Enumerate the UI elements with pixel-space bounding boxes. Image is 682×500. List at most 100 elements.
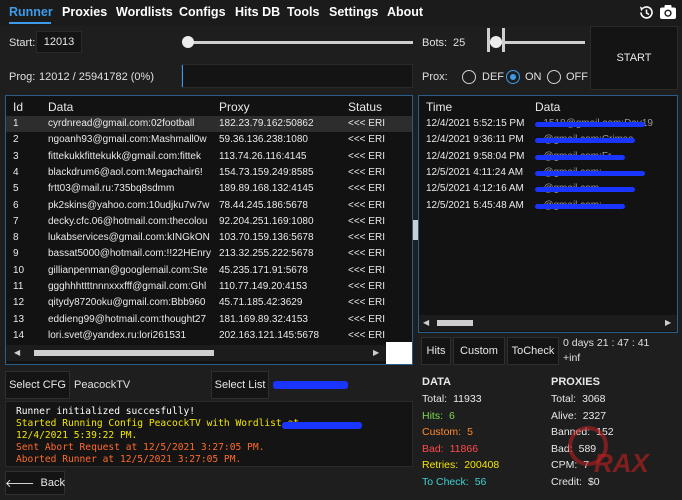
- row-status: <<< ERI: [348, 215, 385, 227]
- bots-slider-thumb[interactable]: [490, 36, 502, 48]
- data-hscroll-thumb[interactable]: [34, 350, 214, 356]
- redacted-hit-data: [535, 203, 625, 209]
- col-header-hit-data[interactable]: Data: [535, 100, 560, 114]
- data-table-vscroll-thumb[interactable]: [413, 220, 418, 240]
- hit-row[interactable]: 12/5/2021 5:45:48 AM...@gmail.com:...: [419, 198, 677, 214]
- table-row[interactable]: 1 cyrdnread@gmail.com:02football 182.23.79…: [6, 116, 412, 132]
- table-row[interactable]: 11 ggghhhttttnnnxxxfff@gmail.com:Ghl 110.7…: [6, 279, 412, 295]
- proxy-def-radio[interactable]: [462, 70, 476, 84]
- back-button[interactable]: 🡐 Back: [5, 471, 65, 495]
- table-row[interactable]: 4 blackdrum6@aol.com:Megachair6! 154.73.15…: [6, 165, 412, 181]
- menu-about[interactable]: About: [387, 5, 423, 19]
- cfg-name: PeacockTV: [74, 379, 131, 391]
- menu-proxies[interactable]: Proxies: [62, 5, 107, 19]
- hits-scroll-left-icon[interactable]: ◀: [423, 318, 429, 327]
- table-row[interactable]: 13 eddieng99@hotmail.com:thought27 181.169…: [6, 312, 412, 328]
- hit-row[interactable]: 12/5/2021 4:11:24 AM...@gmail.com:...: [419, 165, 677, 181]
- start-slider-track[interactable]: [188, 41, 413, 44]
- row-proxy: 103.70.159.136:5678: [219, 232, 314, 244]
- hit-row[interactable]: 12/4/2021 5:52:15 PM...1518@gmail.com:Da…: [419, 116, 677, 132]
- prog-value: 12012 / 25941782 (0%): [39, 71, 154, 83]
- menu-wordlists[interactable]: Wordlists: [116, 5, 173, 19]
- menu-settings[interactable]: Settings: [329, 5, 378, 19]
- table-row[interactable]: 6 pk2skins@yahoo.com:10udjku7w7w 78.44.245…: [6, 198, 412, 214]
- menu-tools[interactable]: Tools: [287, 5, 319, 19]
- row-proxy: 154.73.159.249:8585: [219, 166, 314, 178]
- data-stat-item: Custom: 5: [422, 426, 473, 438]
- col-header-time[interactable]: Time: [426, 100, 452, 114]
- row-id: 3: [13, 150, 19, 162]
- scroll-left-icon[interactable]: ◀: [14, 348, 20, 357]
- row-data: bassat5000@hotmail.com:!!22HEnry: [48, 248, 212, 260]
- tab-tocheck[interactable]: ToCheck: [507, 337, 559, 365]
- table-row[interactable]: 7 decky.cfc.06@hotmail.com:thecolou 92.204…: [6, 214, 412, 230]
- start-button[interactable]: START: [590, 26, 678, 90]
- menu-configs[interactable]: Configs: [179, 5, 226, 19]
- table-row[interactable]: 8 lukabservices@gmail.com:kINGkON 103.70.1…: [6, 230, 412, 246]
- table-row[interactable]: 9 bassat5000@hotmail.com:!!22HEnry 213.32.…: [6, 246, 412, 262]
- row-data: ngoanh93@gmail.com:Mashmall0w: [48, 134, 207, 146]
- active-menu-underline: [9, 22, 51, 24]
- hit-time: 12/5/2021 4:12:16 AM: [426, 183, 524, 195]
- row-data: fittekukkfittekukk@gmail.com:fittek: [48, 150, 201, 162]
- row-status: <<< ERI: [348, 248, 385, 260]
- hit-row[interactable]: 12/4/2021 9:36:11 PM...@gmail.com:Crimso: [419, 132, 677, 148]
- proxy-def-label: DEF: [482, 71, 504, 83]
- row-data: eddieng99@hotmail.com:thought27: [48, 313, 207, 325]
- col-header-status[interactable]: Status: [348, 100, 382, 114]
- redacted-hit-data: [535, 122, 645, 127]
- col-header-proxy[interactable]: Proxy: [219, 100, 250, 114]
- row-data: lukabservices@gmail.com:kINGkON: [48, 232, 210, 244]
- row-id: 13: [13, 313, 25, 325]
- hit-row[interactable]: 12/4/2021 9:58:04 PM...@gmail.com:Fr...: [419, 149, 677, 165]
- hit-row[interactable]: 12/5/2021 4:12:16 AM...@gmail.com...: [419, 181, 677, 197]
- tab-custom[interactable]: Custom: [453, 337, 505, 365]
- history-icon[interactable]: [638, 4, 655, 21]
- scroll-right-icon[interactable]: ▶: [373, 348, 379, 357]
- data-stat-item: Bad: 11866: [422, 443, 478, 455]
- scroll-corner: [386, 342, 412, 364]
- table-row[interactable]: 5 frtt03@mail.ru:735bq8sdmm 189.89.168.132…: [6, 181, 412, 197]
- row-id: 5: [13, 183, 19, 195]
- table-row[interactable]: 3 fittekukkfittekukk@gmail.com:fittek 113.…: [6, 149, 412, 165]
- proxy-on-radio[interactable]: [506, 70, 520, 84]
- row-proxy: 45.235.171.91:5678: [219, 264, 308, 276]
- tab-hits[interactable]: Hits: [421, 337, 451, 365]
- data-table-hscroll[interactable]: ◀ ▶: [6, 345, 386, 361]
- hits-scroll-right-icon[interactable]: ▶: [665, 318, 671, 327]
- proxy-off-radio[interactable]: [547, 70, 561, 84]
- row-data: decky.cfc.06@hotmail.com:thecolou: [48, 215, 208, 227]
- data-stat-value: 200408: [464, 459, 500, 471]
- table-row[interactable]: 10 gillianpenman@googlemail.com:Ste 45.235…: [6, 263, 412, 279]
- table-row[interactable]: 2 ngoanh93@gmail.com:Mashmall0w 59.36.136.…: [6, 132, 412, 148]
- start-slider-thumb[interactable]: [182, 36, 194, 48]
- start-label: Start:: [9, 37, 36, 49]
- log-line: Runner initialized succesfully!: [16, 406, 196, 417]
- data-stat-key: Total:: [422, 393, 448, 405]
- start-input[interactable]: 12013: [36, 31, 82, 53]
- select-cfg-button[interactable]: Select CFG: [5, 371, 70, 399]
- col-header-id[interactable]: Id: [13, 100, 23, 114]
- row-id: 2: [13, 134, 19, 146]
- row-id: 7: [13, 215, 19, 227]
- row-id: 1: [13, 118, 19, 129]
- menu-runner[interactable]: Runner: [9, 5, 53, 19]
- col-header-data[interactable]: Data: [48, 100, 73, 114]
- redacted-wordlist-name: [273, 381, 348, 389]
- log-line: Aborted Runner at 12/5/2021 3:27:05 PM.: [16, 454, 242, 465]
- table-row[interactable]: 14 lori.svet@yandex.ru:lori261531 202.163.…: [6, 328, 412, 344]
- menu-bar: Runner Proxies Wordlists Configs Hits DB…: [0, 0, 682, 26]
- camera-icon[interactable]: [659, 4, 677, 20]
- proxy-on-label: ON: [525, 71, 542, 83]
- hits-table-hscroll[interactable]: ◀ ▶: [419, 315, 677, 331]
- row-proxy: 202.163.121.145:5678: [219, 329, 320, 341]
- table-row[interactable]: 12 qitydy8720oku@gmail.com:Bbb960 45.71.18…: [6, 295, 412, 311]
- menu-hits-db[interactable]: Hits DB: [235, 5, 280, 19]
- proxy-stat-value: 3068: [582, 393, 606, 405]
- select-list-button[interactable]: Select List: [211, 371, 269, 399]
- row-status: <<< ERI: [348, 134, 385, 146]
- row-data: qitydy8720oku@gmail.com:Bbb960: [48, 297, 206, 309]
- proxy-stats-title: PROXIES: [551, 376, 600, 388]
- row-data: lori.svet@yandex.ru:lori261531: [48, 329, 187, 341]
- hits-hscroll-thumb[interactable]: [437, 320, 473, 326]
